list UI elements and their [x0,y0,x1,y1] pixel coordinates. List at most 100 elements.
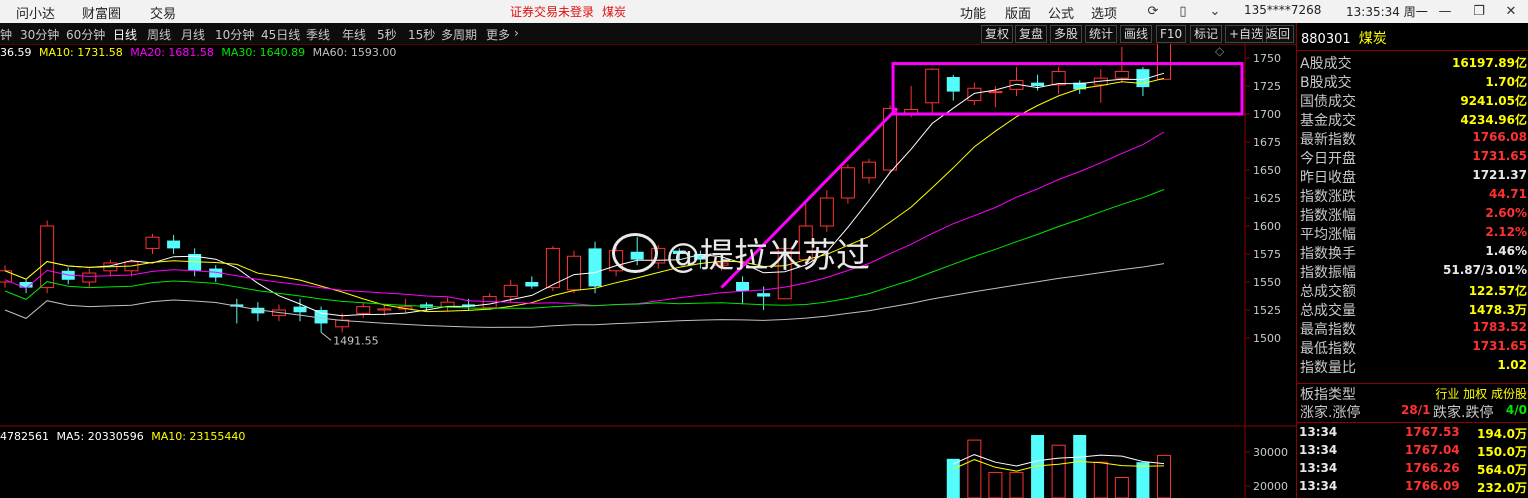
candle-up [545,247,560,289]
tf-60min[interactable]: 60分钟 [66,26,105,43]
panel-rise-fall-row: 涨家.涨停 28/1 跌家.跌停 4/0 [1300,403,1527,421]
volume-bar-up [1009,471,1024,498]
candle-up [967,87,982,102]
tf-more[interactable]: 更多 [486,26,510,43]
candle-down [1031,82,1045,86]
volume-bar-up [1093,461,1108,498]
volume-bar-up [1157,454,1171,498]
ma5-line [4,72,1165,317]
panel-row: 指数涨幅 2.60% [1300,206,1527,224]
btn-statistics[interactable]: 统计 [1085,25,1118,43]
ma10-value: MA10: 1731.58 [39,46,123,59]
top-menu-bar: 问小达 财富圈 交易 证券交易未登录 煤炭 功能 版面 公式 选项 ⟳ ▯ ⌄ … [0,0,1528,24]
tf-quarterly[interactable]: 季线 [306,26,330,43]
tf-multi-period[interactable]: 多周期 [441,26,477,43]
panel-row: 指数量比 1.02 [1300,358,1527,376]
refresh-icon[interactable]: ⟳ [1140,1,1166,22]
price-tick-label: 1525 [1253,304,1281,317]
btn-replay[interactable]: 复盘 [1015,25,1048,43]
price-tick-label: 1625 [1253,192,1281,205]
price-tick-label: 1650 [1253,164,1281,177]
candle-up [1114,70,1129,79]
tf-yearly[interactable]: 年线 [342,26,366,43]
minimize-icon[interactable]: — [1432,1,1458,22]
login-warning[interactable]: 证券交易未登录 [510,3,594,20]
tf-15sec[interactable]: 15秒 [408,26,435,43]
panel-title: 880301 煤炭 [1301,28,1387,48]
menu-wenxiaoda[interactable]: 问小达 [16,3,55,22]
candle-up [1157,44,1171,80]
candle-up [40,225,55,289]
candle-down [167,240,181,249]
panel-row: 指数涨跌 44.71 [1300,187,1527,205]
consolidation-box [891,62,1244,116]
tf-30min[interactable]: 30分钟 [20,26,59,43]
volume-bar-up [967,439,982,498]
close-icon[interactable]: ✕ [1498,1,1524,22]
panel-row: B股成交 1.70亿 [1300,75,1527,91]
btn-draw-line[interactable]: 画线 [1120,25,1153,43]
panel-row: 总成交量 1478.3万 [1300,303,1527,319]
panel-row: 指数振幅 51.87/3.01% [1300,263,1527,281]
weibo-watermark: @提拉米苏过 [612,228,870,276]
panel-row: 最高指数 1783.52 [1300,320,1527,338]
panel-row: 昨日收盘 1721.37 [1300,168,1527,186]
minimize-tray-icon[interactable]: ⌄ [1202,1,1228,22]
vol-value: 4782561 [0,430,49,443]
ma20-line [4,131,1165,307]
diamond-icon[interactable]: ◇ [1215,44,1224,58]
price-tick-label: 1600 [1253,220,1281,233]
btn-back[interactable]: 返回 [1262,25,1295,43]
clock: 13:35:34 周一 [1346,5,1428,19]
tf-5sec[interactable]: 5秒 [377,26,397,43]
user-phone[interactable]: 135****7268 [1244,3,1321,17]
ma20-value: MA20: 1681.58 [130,46,214,59]
menu-banmian[interactable]: 版面 [1005,3,1031,22]
btn-multi-stock[interactable]: 多股 [1050,25,1083,43]
tf-minute[interactable]: 钟 [0,26,12,43]
ma60-value: MA60: 1593.00 [312,46,397,59]
tick-row: 13:34 1767.53 194.0万 [1299,425,1527,441]
volume-legend: 4782561 MA5: 20330596 MA10: 23155440 [0,430,245,443]
price-tick-label: 1700 [1253,108,1281,121]
chevron-right-icon[interactable]: › [514,26,519,40]
btn-restore-rights[interactable]: 复权 [981,25,1014,43]
candle-up [1051,70,1066,86]
candle-up [988,91,1003,94]
volume-bar-up [1051,444,1066,498]
panel-row: 指数换手 1.46% [1300,244,1527,262]
btn-mark[interactable]: 标记 [1190,25,1223,43]
tf-45day[interactable]: 45日线 [261,26,300,43]
candle-down [946,77,960,92]
vol-ma10: MA10: 23155440 [151,430,246,443]
menu-jiaoyi[interactable]: 交易 [150,3,176,22]
menu-gongneng[interactable]: 功能 [960,3,986,22]
tf-monthly[interactable]: 月线 [181,26,205,43]
restore-icon[interactable]: ❐ [1466,1,1492,22]
panel-row: 平均涨幅 2.12% [1300,225,1527,243]
ma5-value: 36.59 [0,46,32,59]
panel-divider-2 [1297,422,1528,423]
index-info-panel: 880301 煤炭 A股成交 16197.89亿 B股成交 1.70亿 国债成交 9241… [1296,23,1528,498]
panel-row: 基金成交 4234.96亿 [1300,113,1527,129]
menu-gongshi[interactable]: 公式 [1048,3,1074,22]
tick-row: 13:34 1766.26 564.0万 [1299,461,1527,477]
tick-row: 13:34 1767.04 150.0万 [1299,443,1527,459]
menu-xuanxiang[interactable]: 选项 [1091,3,1117,22]
btn-f10[interactable]: F10 [1156,25,1187,43]
tf-weekly[interactable]: 周线 [147,26,171,43]
menu-caifuquan[interactable]: 财富圈 [82,3,121,22]
volume-bar-down [1136,462,1150,498]
volume-bar-up [988,471,1003,498]
candle-up [377,308,392,311]
candle-up [861,161,876,179]
index-code: 880301 [1301,32,1351,47]
panel-row: 国债成交 9241.05亿 [1300,94,1527,110]
phone-icon[interactable]: ▯ [1170,1,1196,22]
tf-10min[interactable]: 10分钟 [215,26,254,43]
panel-divider [1297,50,1528,51]
tf-daily[interactable]: 日线 [113,26,137,43]
timeframe-bar: 钟 30分钟 60分钟 日线 周线 月线 10分钟 45日线 季线 年线 5秒 … [0,23,1296,45]
btn-add-watchlist[interactable]: +自选 [1225,25,1268,43]
candle-up [566,255,581,291]
